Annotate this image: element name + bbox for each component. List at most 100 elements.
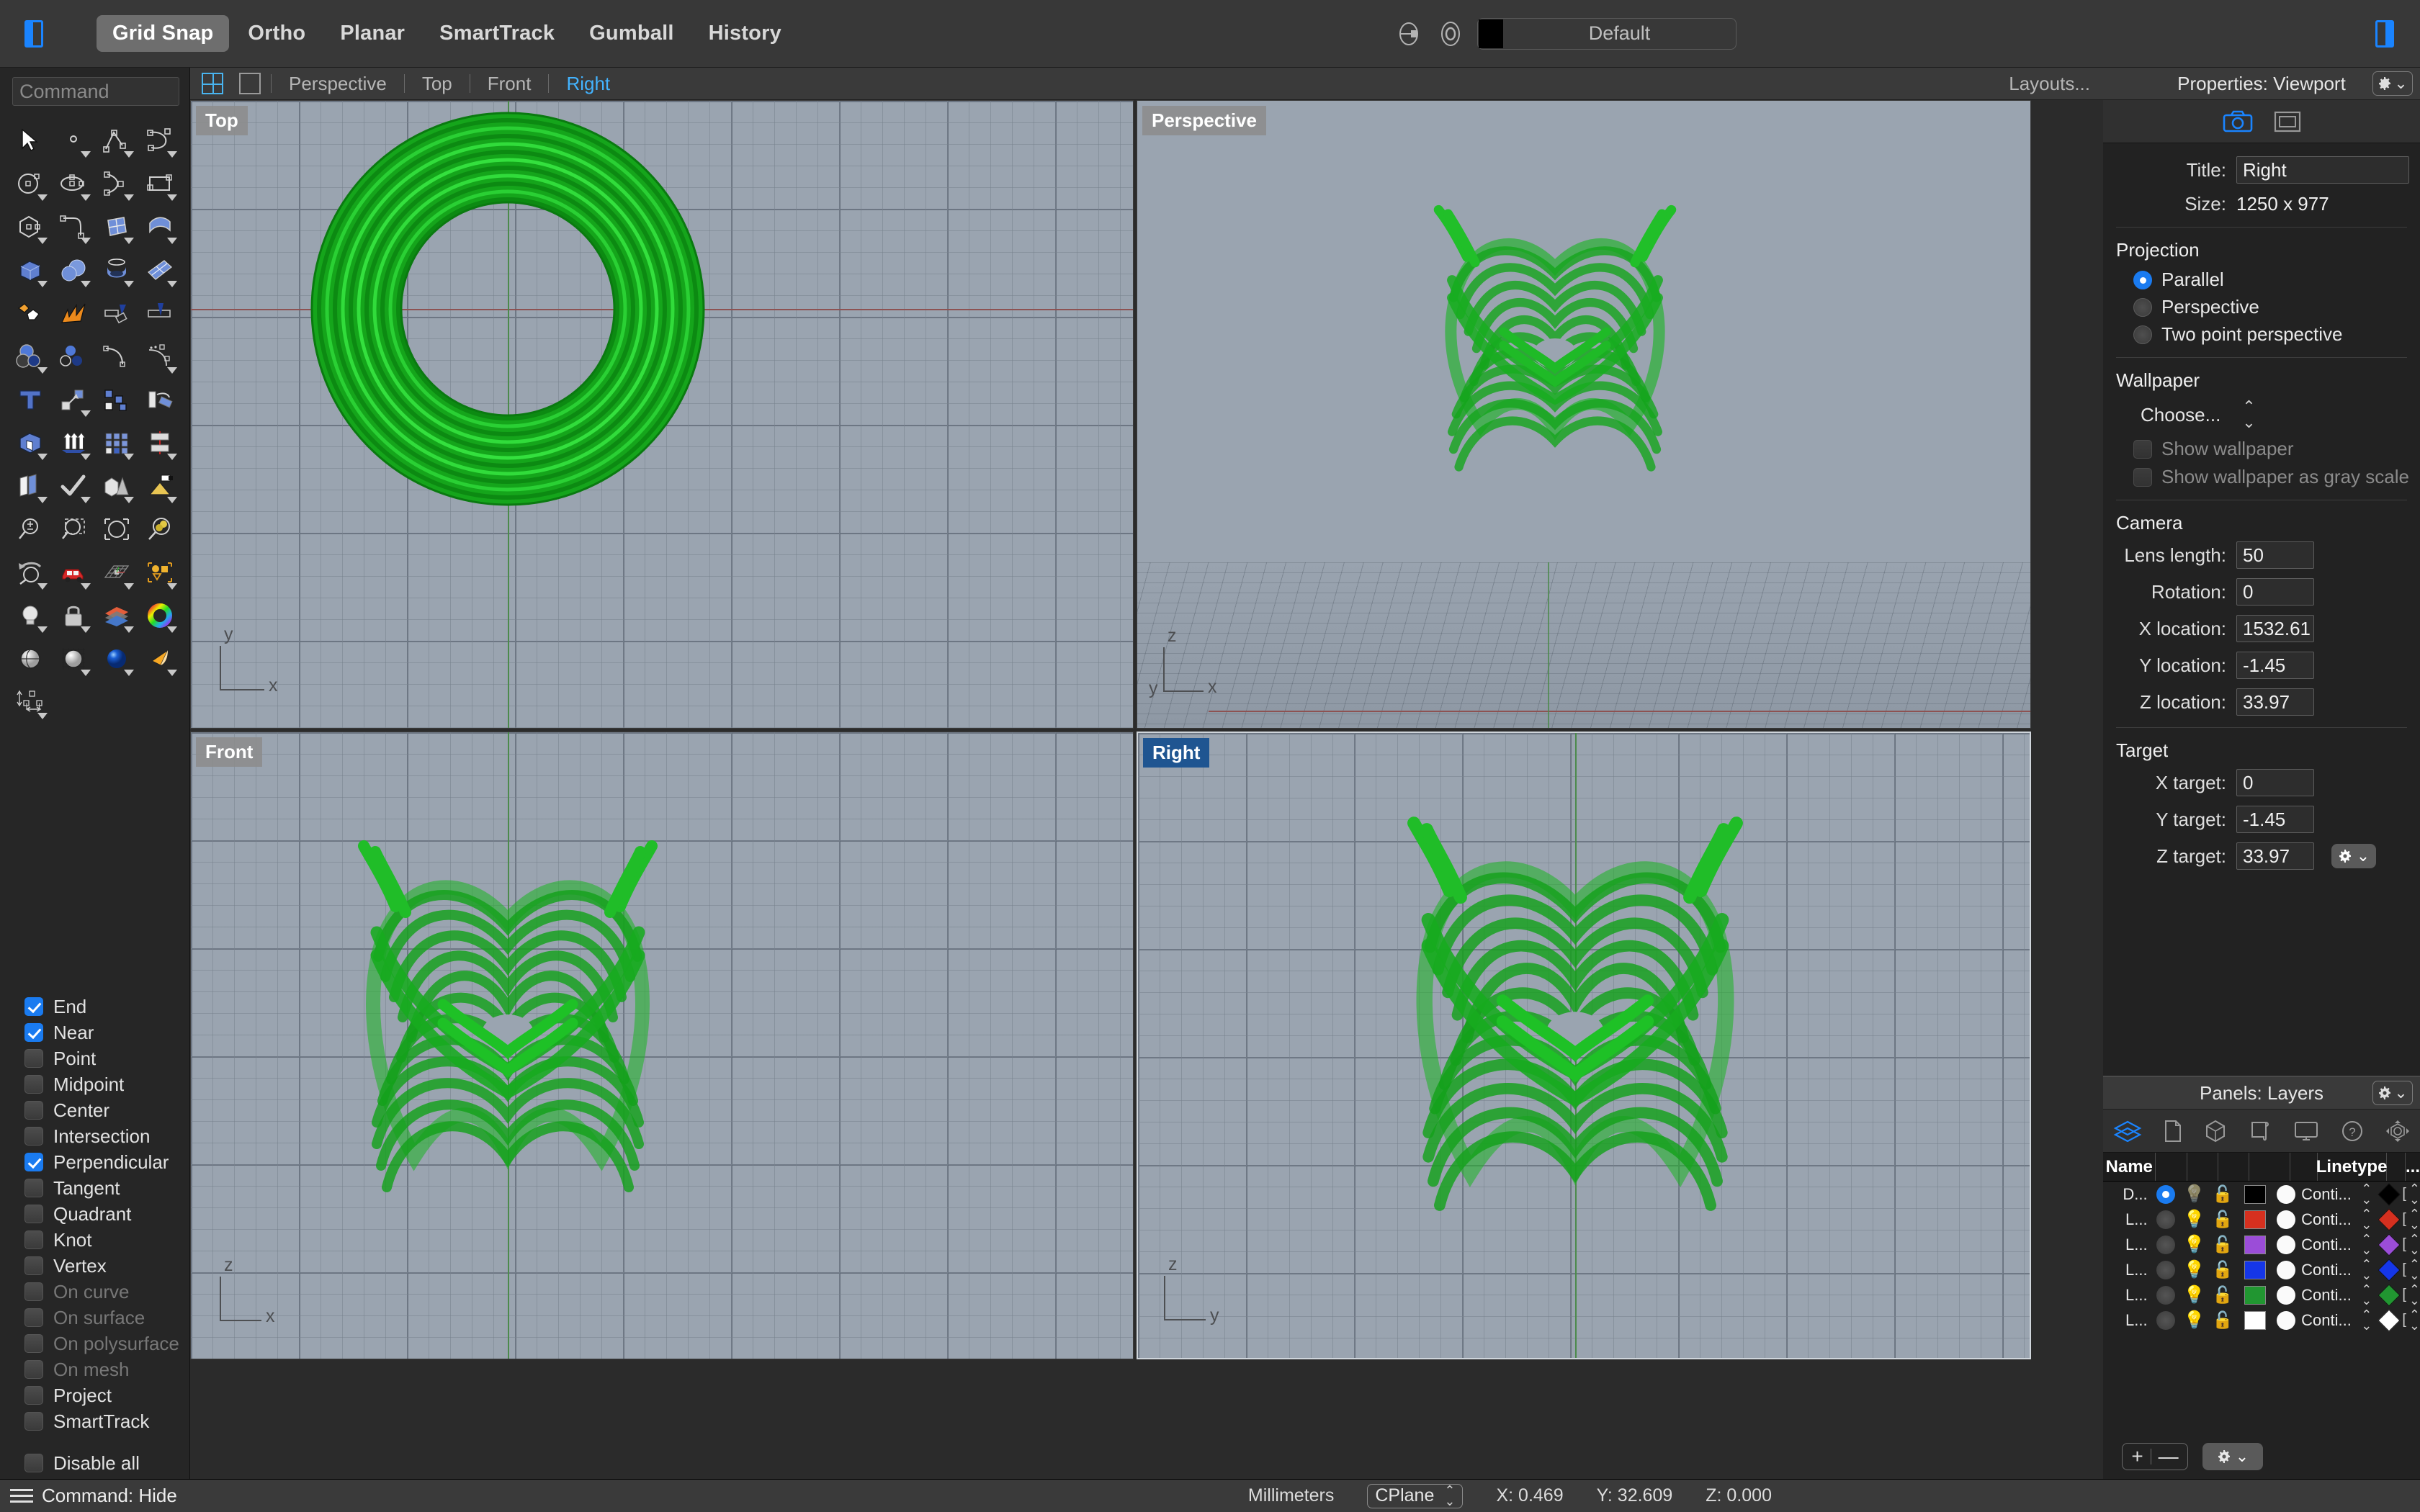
layer-current-toggle[interactable]	[2152, 1282, 2180, 1308]
layers-gear-button[interactable]: ⌄	[2372, 1081, 2413, 1105]
osnap-knot-checkbox[interactable]	[24, 1230, 43, 1249]
viewport-front[interactable]: z x Front	[190, 732, 1134, 1359]
viewport-tab-front[interactable]: Front	[480, 73, 539, 95]
left-panel-toggle-button[interactable]	[19, 17, 49, 50]
layer-color-swatch[interactable]	[2237, 1182, 2274, 1207]
table-row[interactable]: L... 💡 🔓 Conti... ⌃⌄ [⌃⌄	[2103, 1257, 2420, 1282]
copy-tool[interactable]	[96, 378, 138, 421]
viewport-right[interactable]: z y Right	[1137, 732, 2031, 1359]
layer-name[interactable]: D...	[2103, 1182, 2152, 1207]
layer-color-swatch[interactable]	[2237, 1207, 2274, 1232]
osnap-on-curve[interactable]: On curve	[24, 1279, 189, 1305]
layouts-button[interactable]: Layouts...	[2009, 73, 2090, 95]
viewport-label-right[interactable]: Right	[1143, 738, 1209, 768]
table-row[interactable]: L... 💡 🔓 Conti... ⌃⌄ [⌃⌄	[2103, 1282, 2420, 1308]
table-row[interactable]: D... 💡 🔓 Conti... ⌃⌄ [⌃⌄	[2103, 1182, 2420, 1207]
layer-current-toggle[interactable]	[2152, 1182, 2180, 1207]
layer-print-color[interactable]	[2375, 1257, 2403, 1282]
rectangle-tool[interactable]	[139, 162, 181, 205]
layer-current-toggle[interactable]	[2152, 1207, 2180, 1232]
circle-tool[interactable]	[9, 162, 51, 205]
layer-linetype-stepper[interactable]: ⌃⌄	[2358, 1207, 2375, 1232]
polyline-tool[interactable]	[96, 119, 138, 162]
layer-print-color[interactable]	[2375, 1282, 2403, 1308]
show-wallpaper-row[interactable]: Show wallpaper	[2133, 438, 2420, 460]
shaded-view-tool[interactable]	[9, 637, 51, 680]
box-tool[interactable]	[9, 248, 51, 292]
rebuild-curve-tool[interactable]	[139, 335, 181, 378]
osnap-midpoint[interactable]: Midpoint	[24, 1071, 189, 1097]
surface-patch-tool[interactable]	[139, 248, 181, 292]
lock-tool[interactable]	[53, 594, 94, 637]
wireframe-view-tool[interactable]	[53, 637, 94, 680]
layer-print-width[interactable]: [⌃⌄	[2402, 1207, 2420, 1232]
layer-print-color[interactable]	[2375, 1182, 2403, 1207]
array-tool[interactable]	[96, 421, 138, 464]
osnap-quadrant-checkbox[interactable]	[24, 1205, 43, 1223]
navigation-icon[interactable]	[2385, 1120, 2410, 1143]
rotate-tool[interactable]	[139, 378, 181, 421]
column-more[interactable]: ...	[2406, 1153, 2420, 1181]
osnap-perpendicular[interactable]: Perpendicular	[24, 1149, 189, 1175]
boolean-union-tool[interactable]	[9, 292, 51, 335]
column-visible[interactable]	[2187, 1153, 2218, 1181]
osnap-quadrant[interactable]: Quadrant	[24, 1201, 189, 1227]
layer-material[interactable]	[2274, 1257, 2298, 1282]
layer-visibility-toggle[interactable]: 💡	[2180, 1257, 2208, 1282]
layer-visibility-toggle[interactable]: 💡	[2180, 1182, 2208, 1207]
osnap-vertex-checkbox[interactable]	[24, 1256, 43, 1275]
sphere-tool[interactable]	[53, 248, 94, 292]
viewport-label-front[interactable]: Front	[196, 737, 262, 767]
layer-color-swatch[interactable]	[2237, 1232, 2274, 1257]
projection-option-perspective[interactable]: Perspective	[2133, 296, 2420, 318]
command-input[interactable]: Command	[12, 77, 179, 106]
boolean-difference-tool[interactable]	[9, 335, 51, 378]
layer-print-width[interactable]: [⌃⌄	[2402, 1182, 2420, 1207]
layer-visibility-toggle[interactable]: 💡	[2180, 1207, 2208, 1232]
layer-visibility-toggle[interactable]: 💡	[2180, 1232, 2208, 1257]
viewport-frame-icon[interactable]	[2273, 109, 2302, 134]
mode-gumball[interactable]: Gumball	[573, 15, 689, 52]
material-dropdown-icon[interactable]	[1435, 19, 1466, 49]
layer-name[interactable]: L...	[2103, 1232, 2152, 1257]
extrude-up-tool[interactable]	[53, 421, 94, 464]
table-row[interactable]: L... 💡 🔓 Conti... ⌃⌄ [⌃⌄	[2103, 1207, 2420, 1232]
layers-tool[interactable]	[96, 594, 138, 637]
viewport-label-perspective[interactable]: Perspective	[1142, 106, 1266, 135]
osnap-tangent[interactable]: Tangent	[24, 1175, 189, 1201]
polygon-tool[interactable]	[9, 205, 51, 248]
column-name[interactable]: Name	[2103, 1153, 2156, 1181]
show-wallpaper-gray-checkbox[interactable]	[2133, 468, 2152, 487]
split-tool[interactable]	[139, 292, 181, 335]
layer-linetype-stepper[interactable]: ⌃⌄	[2358, 1257, 2375, 1282]
four-view-layout-icon[interactable]	[202, 73, 223, 94]
walkabout-tool[interactable]	[53, 551, 94, 594]
layer-linetype-stepper[interactable]: ⌃⌄	[2358, 1282, 2375, 1308]
layer-lock-toggle[interactable]: 🔓	[2208, 1282, 2236, 1308]
zoom-window-tool[interactable]	[53, 508, 94, 551]
show-wallpaper-checkbox[interactable]	[2133, 440, 2152, 459]
viewport-tab-perspective[interactable]: Perspective	[282, 73, 394, 95]
layer-visibility-toggle[interactable]: 💡	[2180, 1308, 2208, 1333]
layer-linetype[interactable]: Conti...	[2298, 1207, 2358, 1232]
help-icon[interactable]: ?	[2341, 1120, 2364, 1143]
viewport-top[interactable]: y x Top	[190, 100, 1134, 729]
layer-linetype-stepper[interactable]: ⌃⌄	[2358, 1182, 2375, 1207]
right-panel-toggle-button[interactable]	[2370, 17, 2400, 50]
layer-print-width[interactable]: [⌃⌄	[2402, 1282, 2420, 1308]
osnap-end-checkbox[interactable]	[24, 997, 43, 1016]
ellipse-tool[interactable]	[53, 162, 94, 205]
x-target-input[interactable]: 0	[2236, 769, 2314, 796]
cube-icon[interactable]	[2204, 1120, 2227, 1143]
radio-parallel[interactable]	[2133, 271, 2152, 289]
scroll-icon[interactable]	[2249, 1120, 2272, 1143]
osnap-project[interactable]: Project	[24, 1382, 189, 1408]
layer-name[interactable]: L...	[2103, 1282, 2152, 1308]
dimension-tool[interactable]	[9, 680, 51, 724]
target-gear-button[interactable]: ⌄	[2331, 844, 2376, 868]
viewport-perspective[interactable]: z y x Perspective	[1137, 100, 2031, 729]
layer-print-width[interactable]: [⌃⌄	[2402, 1308, 2420, 1333]
wallpaper-choose-select[interactable]: Choose... ⌃⌄	[2141, 399, 2420, 431]
trim-tool[interactable]	[96, 292, 138, 335]
osnap-on-polysurface-checkbox[interactable]	[24, 1334, 43, 1353]
